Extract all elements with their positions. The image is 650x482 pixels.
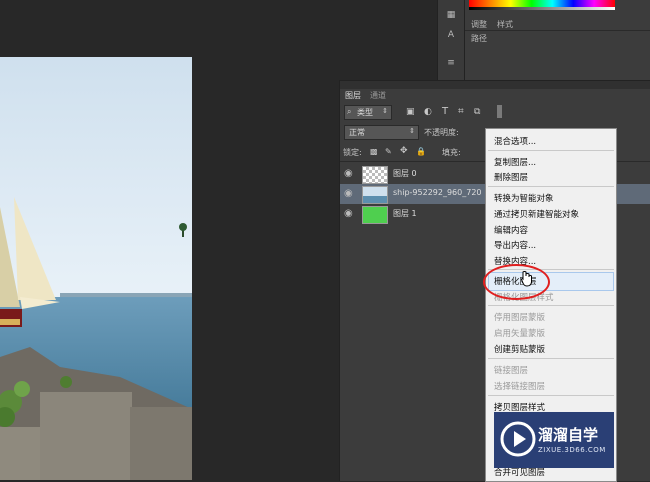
filter-toggle[interactable] xyxy=(497,105,502,118)
blend-mode-select[interactable]: 正常 ⇕ xyxy=(344,125,419,140)
menu-item-disable-layer-mask[interactable]: 停用图层蒙版 xyxy=(494,311,545,323)
character-icon[interactable]: A xyxy=(444,30,458,42)
menu-separator xyxy=(488,186,614,187)
menu-item-edit-contents[interactable]: 编辑内容 xyxy=(494,224,528,236)
adjustments-panel: 调整 样式 路径 xyxy=(464,0,650,80)
chevron-down-icon: ⇕ xyxy=(382,107,388,115)
canvas-image xyxy=(0,57,192,480)
filter-kind-label: 类型 xyxy=(357,108,373,117)
play-logo-icon xyxy=(500,421,536,457)
tab-adjustments[interactable]: 调整 xyxy=(471,19,487,30)
shape-filter-icon[interactable]: ⌗ xyxy=(458,106,464,117)
watermark-url: ZIXUE.3D66.COM xyxy=(538,446,606,454)
divider xyxy=(465,30,650,31)
adjustment-filter-icon[interactable]: ◐ xyxy=(424,107,432,117)
panel-dock-icons: ▦ A ≡ xyxy=(437,0,464,80)
menu-item-new-smart-object-via-copy[interactable]: 通过拷贝新建智能对象 xyxy=(494,208,579,220)
menu-item-convert-to-smart-object[interactable]: 转换为智能对象 xyxy=(494,192,554,204)
highlight-circle xyxy=(483,264,550,300)
tab-paths[interactable]: 路径 xyxy=(471,33,487,44)
menu-item-duplicate-layer[interactable]: 复制图层... xyxy=(494,156,536,168)
menu-separator xyxy=(488,358,614,359)
lock-position-icon[interactable]: ✥ xyxy=(400,146,408,156)
chevron-down-icon: ⇕ xyxy=(409,127,415,135)
eye-icon[interactable]: ◉ xyxy=(344,208,353,219)
tab-layers[interactable]: 图层 xyxy=(345,90,361,101)
panel-grip xyxy=(340,81,650,89)
menu-separator xyxy=(488,150,614,151)
lock-pixels-icon[interactable]: ✎ xyxy=(385,147,392,156)
smart-object-filter-icon[interactable]: ⧉ xyxy=(474,107,480,117)
menu-item-link-layers[interactable]: 链接图层 xyxy=(494,364,528,376)
menu-item-select-linked-layers[interactable]: 选择链接图层 xyxy=(494,380,545,392)
menu-item-create-clipping-mask[interactable]: 创建剪贴蒙版 xyxy=(494,343,545,355)
type-filter-icon[interactable]: T xyxy=(442,106,448,117)
properties-icon[interactable]: ≡ xyxy=(444,58,458,70)
blend-mode-value: 正常 xyxy=(349,128,365,137)
layer-name: 图层 0 xyxy=(393,169,417,178)
tab-styles[interactable]: 样式 xyxy=(497,19,513,30)
menu-item-blending-options[interactable]: 混合选项... xyxy=(494,135,536,147)
opacity-label: 不透明度: xyxy=(424,128,459,137)
watermark-title: 溜溜自学 xyxy=(538,426,599,444)
layer-thumbnail xyxy=(362,186,388,204)
fill-label: 填充: xyxy=(442,148,461,157)
filter-kind-select[interactable]: ⌕ 类型 ⇕ xyxy=(344,105,392,120)
menu-item-enable-vector-mask[interactable]: 启用矢量蒙版 xyxy=(494,327,545,339)
lock-transparency-icon[interactable]: ▩ xyxy=(370,147,378,156)
search-icon: ⌕ xyxy=(347,107,352,116)
color-ramp[interactable] xyxy=(469,0,615,10)
menu-separator xyxy=(488,305,614,306)
layer-name: 图层 1 xyxy=(393,209,417,218)
lock-label: 锁定: xyxy=(343,148,362,157)
history-icon[interactable]: ▦ xyxy=(444,10,458,22)
pixel-filter-icon[interactable]: ▣ xyxy=(406,107,415,117)
eye-icon[interactable]: ◉ xyxy=(344,168,353,179)
layer-name: ship-952292_960_720 xyxy=(393,188,482,197)
menu-separator xyxy=(488,395,614,396)
tab-channels[interactable]: 通道 xyxy=(370,90,386,101)
watermark-logo: 溜溜自学 ZIXUE.3D66.COM xyxy=(494,412,614,468)
menu-item-delete-layer[interactable]: 删除图层 xyxy=(494,171,528,183)
menu-item-export-contents[interactable]: 导出内容... xyxy=(494,239,536,251)
eye-icon[interactable]: ◉ xyxy=(344,188,353,199)
lock-all-icon[interactable]: 🔒 xyxy=(416,147,426,156)
layer-thumbnail xyxy=(362,206,388,224)
layer-thumbnail xyxy=(362,166,388,184)
